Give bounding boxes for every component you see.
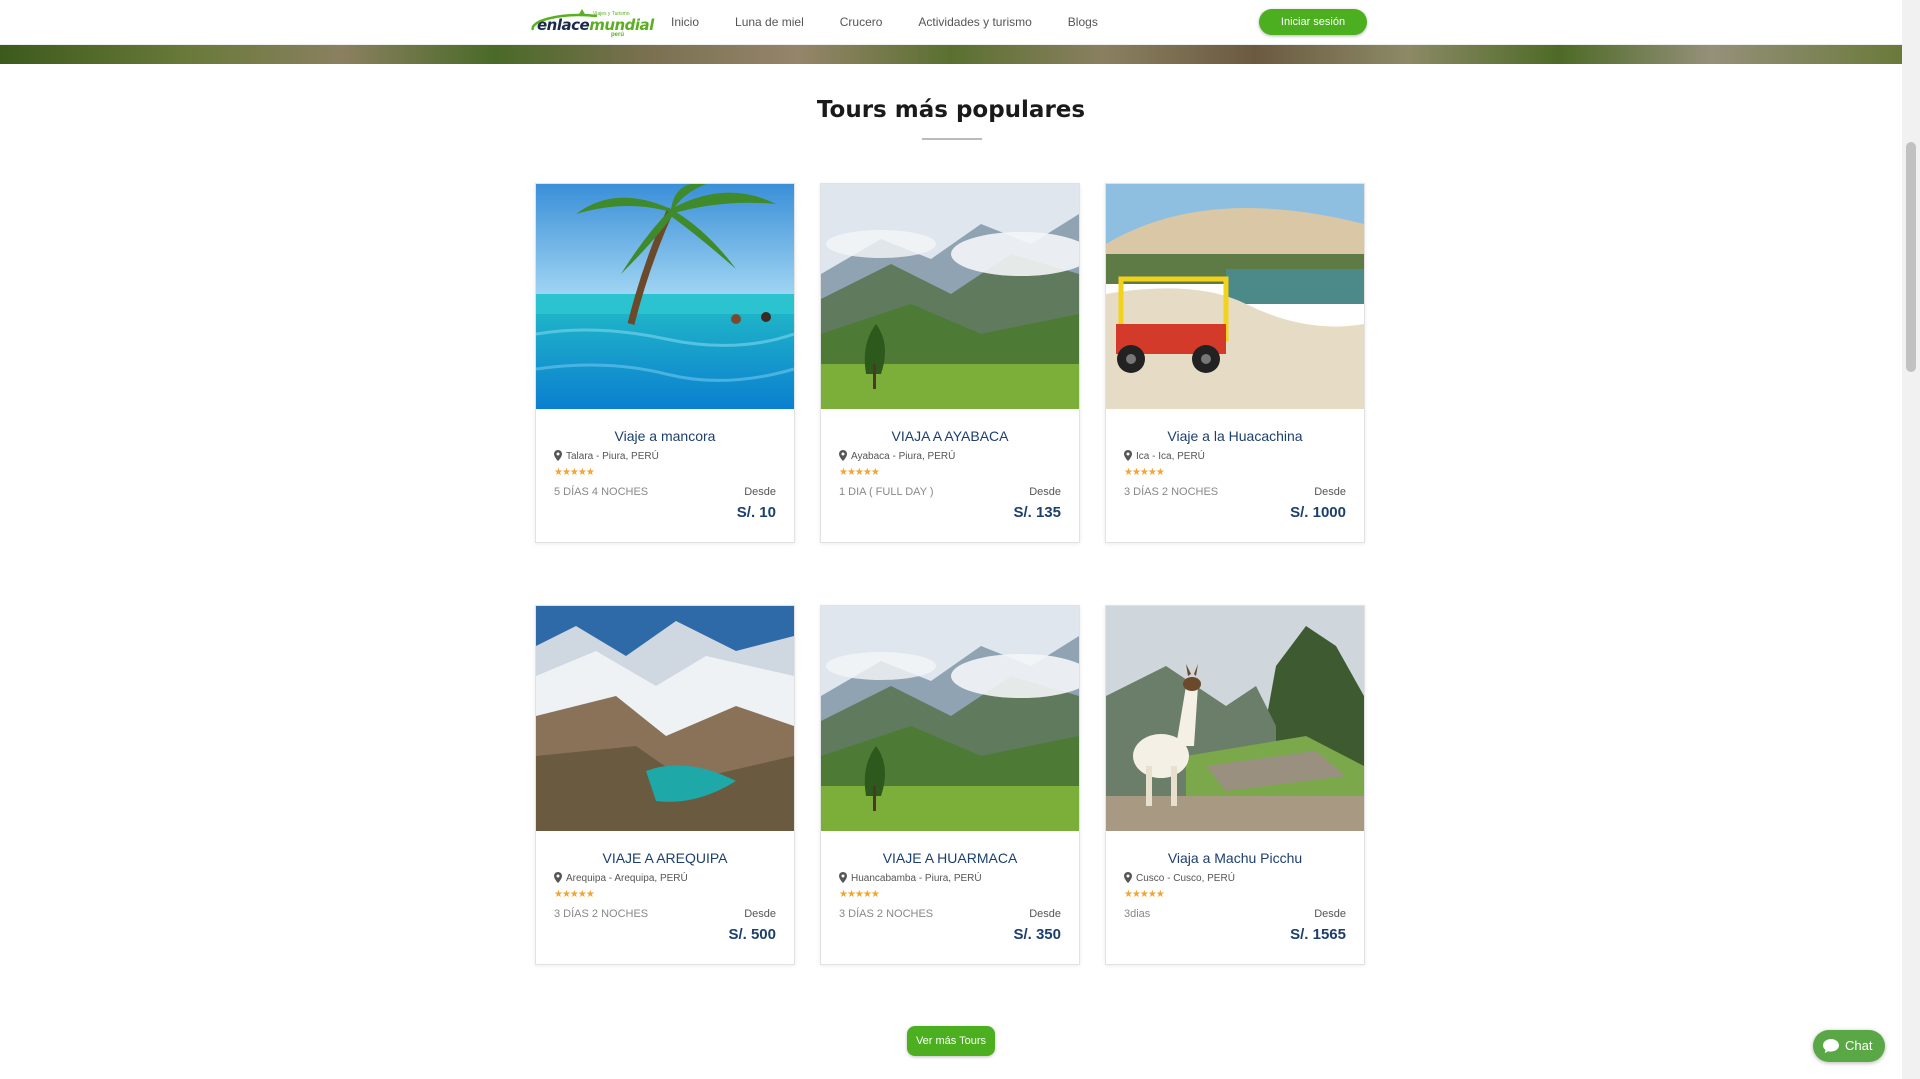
tour-location: Talara - Piura, PERÚ [554, 450, 659, 462]
top-navbar: Viajes y Turismo enlacemundial perú Inic… [0, 0, 1902, 45]
rating-stars-icon: ★★★★★ [839, 889, 880, 900]
scrollbar-thumb[interactable] [1906, 142, 1916, 372]
tour-price: S/. 135 [1013, 504, 1061, 521]
tour-image[interactable] [536, 184, 794, 409]
tour-price: S/. 500 [728, 926, 776, 943]
site-logo[interactable]: Viajes y Turismo enlacemundial perú [527, 8, 654, 38]
tour-image[interactable] [536, 606, 794, 831]
tour-price: S/. 1000 [1290, 504, 1346, 521]
tour-location: Ayabaca - Piura, PERÚ [839, 450, 955, 462]
tour-location: Ica - Ica, PERÚ [1124, 450, 1205, 462]
chat-label: Chat [1845, 1038, 1873, 1053]
nav-link-inicio[interactable]: Inicio [671, 15, 699, 29]
nav-link-crucero[interactable]: Crucero [840, 15, 883, 29]
price-from-label: Desde [1029, 908, 1061, 920]
tour-price: S/. 1565 [1290, 926, 1346, 943]
price-from-label: Desde [1029, 486, 1061, 498]
price-from-label: Desde [744, 486, 776, 498]
location-pin-icon [839, 450, 847, 461]
rating-stars-icon: ★★★★★ [1124, 889, 1165, 900]
tour-image[interactable] [1106, 184, 1364, 409]
tour-title[interactable]: VIAJE A HUARMACA [821, 850, 1079, 866]
tour-card-mancora[interactable]: Viaje a mancora Talara - Piura, PERÚ ★★★… [535, 183, 795, 543]
rating-stars-icon: ★★★★★ [554, 467, 595, 478]
location-pin-icon [839, 872, 847, 883]
location-pin-icon [554, 450, 562, 461]
see-more-tours-button[interactable]: Ver más Tours [907, 1026, 995, 1056]
tour-image[interactable] [821, 184, 1079, 409]
tour-location: Arequipa - Arequipa, PERÚ [554, 872, 688, 884]
chat-button[interactable]: Chat [1813, 1030, 1885, 1062]
location-pin-icon [554, 872, 562, 883]
chat-bubble-icon [1823, 1039, 1839, 1053]
tour-location: Cusco - Cusco, PERÚ [1124, 872, 1235, 884]
tour-duration: 3 DÍAS 2 NOCHES [839, 908, 934, 920]
logo-wordmark: enlacemundial [537, 16, 654, 34]
nav-link-blogs[interactable]: Blogs [1068, 15, 1098, 29]
title-divider [922, 138, 982, 140]
hero-image-strip [0, 44, 1902, 64]
tour-title[interactable]: Viaje a la Huacachina [1106, 428, 1364, 444]
section-title: Tours más populares [816, 97, 1086, 123]
nav-link-luna-de-miel[interactable]: Luna de miel [735, 15, 804, 29]
tour-card-huacachina[interactable]: Viaje a la Huacachina Ica - Ica, PERÚ ★★… [1105, 183, 1365, 543]
tour-card-ayabaca[interactable]: VIAJA A AYABACA Ayabaca - Piura, PERÚ ★★… [820, 183, 1080, 543]
tour-duration: 5 DÍAS 4 NOCHES [554, 486, 649, 498]
tour-title[interactable]: VIAJA A AYABACA [821, 428, 1079, 444]
tour-duration: 1 DIA ( FULL DAY ) [839, 486, 934, 498]
tour-title[interactable]: Viaje a mancora [536, 428, 794, 444]
login-button[interactable]: Iniciar sesión [1259, 9, 1367, 35]
tour-card-huarmaca[interactable]: VIAJE A HUARMACA Huancabamba - Piura, PE… [820, 605, 1080, 965]
rating-stars-icon: ★★★★★ [554, 889, 595, 900]
tour-price: S/. 10 [736, 504, 776, 521]
tour-image[interactable] [1106, 606, 1364, 831]
tour-card-machu-picchu[interactable]: Viaja a Machu Picchu Cusco - Cusco, PERÚ… [1105, 605, 1365, 965]
tour-price: S/. 350 [1013, 926, 1061, 943]
tour-duration: 3dias [1124, 908, 1151, 920]
logo-country: perú [611, 32, 625, 38]
tour-location: Huancabamba - Piura, PERÚ [839, 872, 982, 884]
price-from-label: Desde [1314, 486, 1346, 498]
location-pin-icon [1124, 450, 1132, 461]
tour-duration: 3 DÍAS 2 NOCHES [1124, 486, 1219, 498]
location-pin-icon [1124, 872, 1132, 883]
rating-stars-icon: ★★★★★ [1124, 467, 1165, 478]
tour-duration: 3 DÍAS 2 NOCHES [554, 908, 649, 920]
nav-link-actividades[interactable]: Actividades y turismo [918, 15, 1031, 29]
main-nav: Inicio Luna de miel Crucero Actividades … [671, 15, 1134, 29]
rating-stars-icon: ★★★★★ [839, 467, 880, 478]
tour-card-arequipa[interactable]: VIAJE A AREQUIPA Arequipa - Arequipa, PE… [535, 605, 795, 965]
tour-title[interactable]: Viaja a Machu Picchu [1106, 850, 1364, 866]
page-scrollbar[interactable] [1902, 0, 1920, 1079]
price-from-label: Desde [744, 908, 776, 920]
tour-image[interactable] [821, 606, 1079, 831]
price-from-label: Desde [1314, 908, 1346, 920]
tour-title[interactable]: VIAJE A AREQUIPA [536, 850, 794, 866]
